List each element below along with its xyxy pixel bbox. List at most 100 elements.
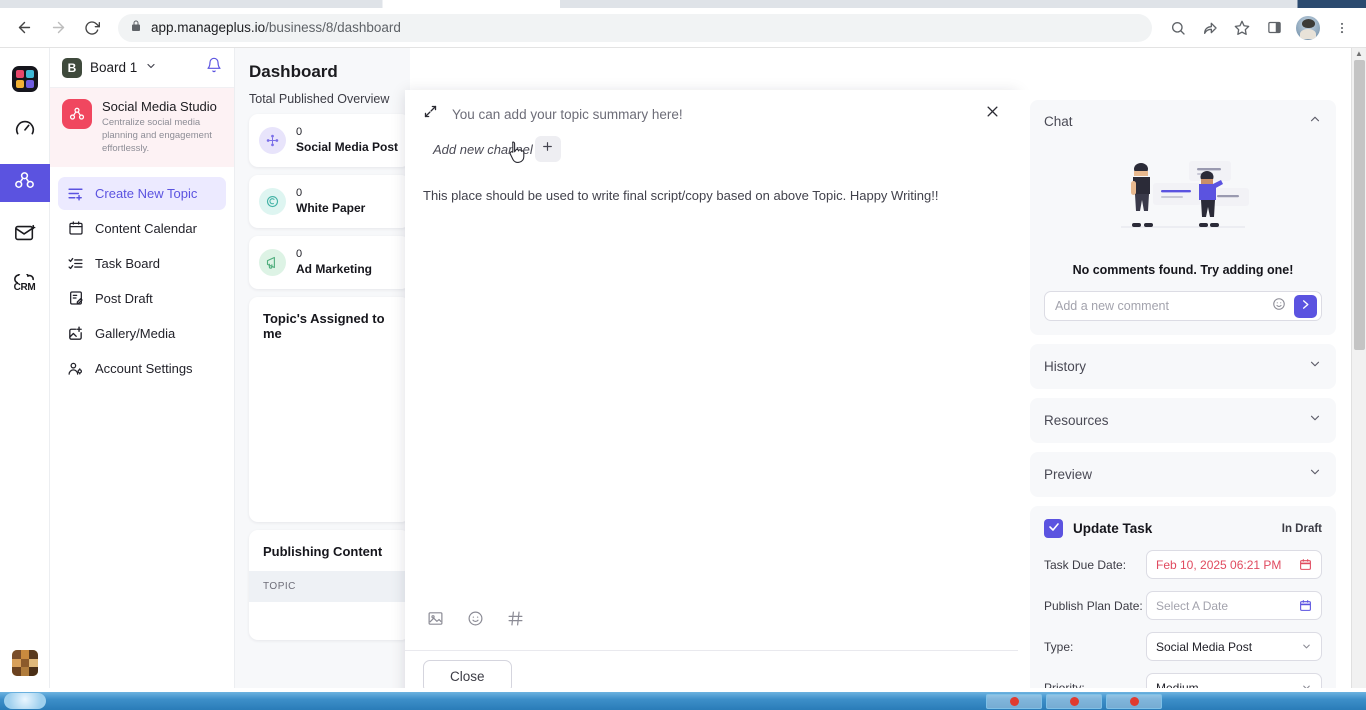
comment-input-box[interactable]: [1044, 291, 1322, 321]
sidebar-item-label: Post Draft: [95, 290, 153, 306]
accordion-resources[interactable]: Resources: [1030, 398, 1336, 443]
start-button[interactable]: [4, 693, 46, 709]
task-due-date-input[interactable]: Feb 10, 2025 06:21 PM: [1146, 550, 1322, 579]
emoji-icon[interactable]: [1272, 297, 1286, 316]
chevron-down-icon[interactable]: [1308, 465, 1322, 484]
browser-menu-icon[interactable]: [1328, 14, 1356, 42]
expand-arrows-icon[interactable]: [423, 104, 438, 124]
field-value: Select A Date: [1156, 598, 1229, 613]
update-task-title: Update Task: [1073, 521, 1153, 536]
add-channel-row: Add new channel: [405, 124, 1018, 163]
field-value: Medium: [1156, 680, 1199, 689]
draft-edit-icon: [67, 290, 84, 307]
molecule-icon: [62, 99, 92, 129]
molecule-icon: [13, 169, 36, 197]
rail-item-social-studio[interactable]: [0, 164, 50, 202]
taskbar-app[interactable]: [1106, 693, 1162, 709]
studio-banner[interactable]: Social Media Studio Centralize social me…: [50, 88, 234, 167]
chevron-down-icon[interactable]: [1308, 357, 1322, 376]
field-type: Type: Social Media Post: [1044, 632, 1322, 661]
rail-item-dashboard[interactable]: [0, 112, 50, 150]
modal-header: You can add your topic summary here!: [405, 90, 1018, 124]
rail-item-crm[interactable]: CRM: [0, 268, 50, 306]
bell-icon[interactable]: [206, 57, 222, 78]
priority-select[interactable]: Medium: [1146, 673, 1322, 688]
chevron-down-icon[interactable]: [1301, 641, 1312, 652]
side-panel-icon[interactable]: [1260, 14, 1288, 42]
profile-avatar[interactable]: [1296, 15, 1320, 40]
chevron-down-icon[interactable]: [1301, 682, 1312, 688]
sidebar-item-post-draft[interactable]: Post Draft: [58, 282, 226, 315]
lock-icon: [130, 19, 142, 37]
sidebar-item-account-settings[interactable]: Account Settings: [58, 352, 226, 385]
chevron-up-icon[interactable]: [1308, 112, 1322, 131]
sidebar-item-create-new-topic[interactable]: Create New Topic: [58, 176, 226, 210]
board-selector[interactable]: B Board 1: [50, 48, 234, 88]
sidebar-item-task-board[interactable]: Task Board: [58, 247, 226, 280]
chevron-down-icon: [145, 59, 157, 77]
close-icon[interactable]: [985, 104, 1000, 124]
details-panel: Chat No comments found. Try adding one! …: [1018, 90, 1348, 688]
calendar-icon[interactable]: [1299, 558, 1312, 571]
overview-card-ad-marketing[interactable]: 0 Ad Marketing: [249, 236, 410, 289]
insert-image-icon[interactable]: [427, 610, 444, 632]
page-scrollbar[interactable]: ▲: [1351, 48, 1366, 688]
type-select[interactable]: Social Media Post: [1146, 632, 1322, 661]
scroll-up-arrow-icon[interactable]: ▲: [1355, 49, 1363, 58]
reload-icon[interactable]: [78, 14, 106, 42]
browser-tab-strip[interactable]: [0, 0, 1366, 8]
scrollbar-thumb[interactable]: [1354, 60, 1365, 350]
add-channel-button[interactable]: [534, 136, 561, 162]
comment-input[interactable]: [1055, 299, 1264, 313]
send-comment-button[interactable]: [1294, 294, 1317, 318]
overview-card-social-media-post[interactable]: 0 Social Media Post: [249, 114, 410, 167]
back-arrow-icon[interactable]: [10, 14, 38, 42]
checkmark-icon: [1048, 520, 1060, 538]
address-bar[interactable]: app.manageplus.io/business/8/dashboard: [118, 13, 1152, 42]
rail-item-mail-campaign[interactable]: [0, 216, 50, 254]
megaphone-hand-icon: [259, 249, 286, 276]
chat-header[interactable]: Chat: [1044, 112, 1322, 131]
no-comments-text: No comments found. Try adding one!: [1072, 263, 1294, 277]
accordion-history[interactable]: History: [1030, 344, 1336, 389]
taskbar-app[interactable]: [1046, 693, 1102, 709]
hashtag-icon[interactable]: [507, 610, 524, 632]
emoji-icon[interactable]: [467, 610, 484, 632]
chevron-down-icon[interactable]: [1308, 411, 1322, 430]
forward-arrow-icon[interactable]: [44, 14, 72, 42]
rail-item-user-thumbnail[interactable]: [12, 650, 38, 676]
user-settings-icon: [67, 360, 84, 377]
plus-icon: [541, 140, 554, 158]
topic-summary-input[interactable]: You can add your topic summary here!: [452, 107, 971, 122]
chat-section: Chat No comments found. Try adding one! …: [1030, 100, 1336, 335]
network-nodes-icon: [259, 127, 286, 154]
modal-footer: Close: [405, 650, 1018, 688]
calendar-icon[interactable]: [1299, 599, 1312, 612]
field-label: Task Due Date:: [1044, 557, 1127, 572]
publish-plan-date-input[interactable]: Select A Date: [1146, 591, 1322, 620]
overview-card-white-paper[interactable]: 0 White Paper: [249, 175, 410, 228]
accordion-preview[interactable]: Preview: [1030, 452, 1336, 497]
address-bar-url: app.manageplus.io/business/8/dashboard: [151, 20, 401, 35]
taskbar-app[interactable]: [986, 693, 1042, 709]
sidebar-item-gallery-media[interactable]: Gallery/Media: [58, 317, 226, 350]
sidebar-item-label: Content Calendar: [95, 220, 197, 236]
sidebar-item-content-calendar[interactable]: Content Calendar: [58, 212, 226, 245]
field-value: Social Media Post: [1156, 639, 1253, 654]
close-button[interactable]: Close: [423, 660, 512, 688]
bookmark-star-icon[interactable]: [1228, 14, 1256, 42]
assigned-topics-panel: Topic's Assigned to me: [249, 297, 410, 522]
sidebar-item-label: Account Settings: [95, 360, 193, 376]
topic-editor-area[interactable]: This place should be used to write final…: [405, 162, 1018, 610]
rail-item-app-logo[interactable]: [0, 60, 50, 98]
field-publish-plan-date: Publish Plan Date: Select A Date: [1044, 591, 1322, 620]
field-label: Priority:: [1044, 680, 1085, 689]
overview-card-count: 0: [296, 125, 303, 138]
search-icon[interactable]: [1164, 14, 1192, 42]
update-task-checkbox[interactable]: [1044, 519, 1063, 538]
overview-card-label: Social Media Post: [296, 140, 399, 154]
share-icon[interactable]: [1196, 14, 1224, 42]
overview-card-count: 0: [296, 186, 303, 199]
board-name: Board 1: [90, 60, 138, 75]
app-rail: CRM: [0, 48, 50, 688]
